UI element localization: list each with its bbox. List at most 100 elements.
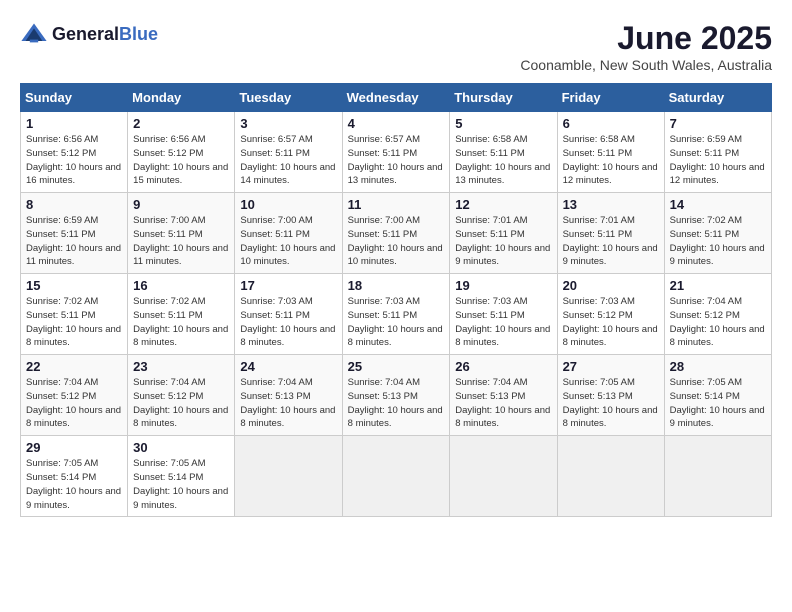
calendar-table: SundayMondayTuesdayWednesdayThursdayFrid… [20,83,772,517]
day-number: 26 [455,359,551,374]
calendar-cell [342,436,450,517]
day-number: 29 [26,440,122,455]
day-number: 21 [670,278,766,293]
calendar-cell: 23 Sunrise: 7:04 AMSunset: 5:12 PMDayligh… [128,355,235,436]
day-info: Sunrise: 7:05 AMSunset: 5:14 PMDaylight:… [133,457,229,512]
calendar-cell: 19 Sunrise: 7:03 AMSunset: 5:11 PMDayligh… [450,274,557,355]
day-info: Sunrise: 6:57 AMSunset: 5:11 PMDaylight:… [348,133,445,188]
day-info: Sunrise: 7:00 AMSunset: 5:11 PMDaylight:… [348,214,445,269]
day-number: 13 [563,197,659,212]
day-info: Sunrise: 6:59 AMSunset: 5:11 PMDaylight:… [26,214,122,269]
day-number: 15 [26,278,122,293]
day-info: Sunrise: 7:00 AMSunset: 5:11 PMDaylight:… [240,214,336,269]
calendar-header-friday: Friday [557,84,664,112]
day-info: Sunrise: 7:03 AMSunset: 5:11 PMDaylight:… [455,295,551,350]
calendar-header-monday: Monday [128,84,235,112]
day-info: Sunrise: 7:02 AMSunset: 5:11 PMDaylight:… [670,214,766,269]
day-info: Sunrise: 7:05 AMSunset: 5:14 PMDaylight:… [26,457,122,512]
location-title: Coonamble, New South Wales, Australia [520,57,772,73]
calendar-cell: 7 Sunrise: 6:59 AMSunset: 5:11 PMDaylight… [664,112,771,193]
logo-icon [20,20,48,48]
day-info: Sunrise: 6:57 AMSunset: 5:11 PMDaylight:… [240,133,336,188]
day-number: 22 [26,359,122,374]
calendar-cell: 30 Sunrise: 7:05 AMSunset: 5:14 PMDayligh… [128,436,235,517]
day-info: Sunrise: 7:05 AMSunset: 5:13 PMDaylight:… [563,376,659,431]
day-info: Sunrise: 7:04 AMSunset: 5:12 PMDaylight:… [26,376,122,431]
day-info: Sunrise: 6:58 AMSunset: 5:11 PMDaylight:… [455,133,551,188]
calendar-header-thursday: Thursday [450,84,557,112]
day-number: 5 [455,116,551,131]
calendar-cell: 28 Sunrise: 7:05 AMSunset: 5:14 PMDayligh… [664,355,771,436]
calendar-cell: 3 Sunrise: 6:57 AMSunset: 5:11 PMDaylight… [235,112,342,193]
calendar-row-3: 15 Sunrise: 7:02 AMSunset: 5:11 PMDayligh… [21,274,772,355]
calendar-cell: 8 Sunrise: 6:59 AMSunset: 5:11 PMDaylight… [21,193,128,274]
day-info: Sunrise: 7:04 AMSunset: 5:13 PMDaylight:… [455,376,551,431]
day-number: 7 [670,116,766,131]
calendar-row-2: 8 Sunrise: 6:59 AMSunset: 5:11 PMDaylight… [21,193,772,274]
day-number: 1 [26,116,122,131]
header: GeneralBlue June 2025 Coonamble, New Sou… [20,20,772,73]
day-number: 25 [348,359,445,374]
calendar-cell: 6 Sunrise: 6:58 AMSunset: 5:11 PMDaylight… [557,112,664,193]
calendar-cell: 25 Sunrise: 7:04 AMSunset: 5:13 PMDayligh… [342,355,450,436]
day-info: Sunrise: 7:04 AMSunset: 5:13 PMDaylight:… [348,376,445,431]
day-number: 8 [26,197,122,212]
calendar-cell: 1 Sunrise: 6:56 AMSunset: 5:12 PMDaylight… [21,112,128,193]
calendar-cell [664,436,771,517]
day-number: 10 [240,197,336,212]
calendar-cell [235,436,342,517]
calendar-cell: 2 Sunrise: 6:56 AMSunset: 5:12 PMDaylight… [128,112,235,193]
calendar-cell: 9 Sunrise: 7:00 AMSunset: 5:11 PMDaylight… [128,193,235,274]
day-number: 30 [133,440,229,455]
calendar-cell: 24 Sunrise: 7:04 AMSunset: 5:13 PMDayligh… [235,355,342,436]
calendar-row-5: 29 Sunrise: 7:05 AMSunset: 5:14 PMDayligh… [21,436,772,517]
day-number: 16 [133,278,229,293]
day-number: 12 [455,197,551,212]
logo: GeneralBlue [20,20,158,48]
calendar-cell: 18 Sunrise: 7:03 AMSunset: 5:11 PMDayligh… [342,274,450,355]
day-number: 23 [133,359,229,374]
day-info: Sunrise: 7:02 AMSunset: 5:11 PMDaylight:… [26,295,122,350]
day-number: 4 [348,116,445,131]
day-number: 11 [348,197,445,212]
logo-blue-text: Blue [119,24,158,44]
day-info: Sunrise: 7:05 AMSunset: 5:14 PMDaylight:… [670,376,766,431]
calendar-cell [557,436,664,517]
calendar-header-wednesday: Wednesday [342,84,450,112]
calendar-header-tuesday: Tuesday [235,84,342,112]
calendar-cell: 11 Sunrise: 7:00 AMSunset: 5:11 PMDayligh… [342,193,450,274]
day-number: 19 [455,278,551,293]
calendar-cell: 4 Sunrise: 6:57 AMSunset: 5:11 PMDaylight… [342,112,450,193]
title-area: June 2025 Coonamble, New South Wales, Au… [520,20,772,73]
day-info: Sunrise: 7:03 AMSunset: 5:11 PMDaylight:… [240,295,336,350]
day-info: Sunrise: 7:04 AMSunset: 5:12 PMDaylight:… [133,376,229,431]
day-number: 17 [240,278,336,293]
calendar-cell: 26 Sunrise: 7:04 AMSunset: 5:13 PMDayligh… [450,355,557,436]
calendar-cell: 27Sunrise: 7:05 AMSunset: 5:13 PMDayligh… [557,355,664,436]
day-info: Sunrise: 6:59 AMSunset: 5:11 PMDaylight:… [670,133,766,188]
day-info: Sunrise: 6:56 AMSunset: 5:12 PMDaylight:… [133,133,229,188]
day-number: 14 [670,197,766,212]
logo-general-text: General [52,24,119,44]
calendar-cell: 10 Sunrise: 7:00 AMSunset: 5:11 PMDayligh… [235,193,342,274]
day-info: Sunrise: 7:01 AMSunset: 5:11 PMDaylight:… [455,214,551,269]
day-info: Sunrise: 6:56 AMSunset: 5:12 PMDaylight:… [26,133,122,188]
day-info: Sunrise: 7:03 AMSunset: 5:11 PMDaylight:… [348,295,445,350]
calendar-cell: 5 Sunrise: 6:58 AMSunset: 5:11 PMDaylight… [450,112,557,193]
day-number: 3 [240,116,336,131]
day-number: 24 [240,359,336,374]
calendar-cell: 13Sunrise: 7:01 AMSunset: 5:11 PMDayligh… [557,193,664,274]
day-number: 6 [563,116,659,131]
calendar-cell: 12 Sunrise: 7:01 AMSunset: 5:11 PMDayligh… [450,193,557,274]
day-number: 18 [348,278,445,293]
day-info: Sunrise: 7:00 AMSunset: 5:11 PMDaylight:… [133,214,229,269]
day-info: Sunrise: 7:04 AMSunset: 5:12 PMDaylight:… [670,295,766,350]
day-number: 9 [133,197,229,212]
day-info: Sunrise: 6:58 AMSunset: 5:11 PMDaylight:… [563,133,659,188]
day-number: 2 [133,116,229,131]
day-info: Sunrise: 7:02 AMSunset: 5:11 PMDaylight:… [133,295,229,350]
calendar-cell: 20Sunrise: 7:03 AMSunset: 5:12 PMDayligh… [557,274,664,355]
calendar-cell: 17 Sunrise: 7:03 AMSunset: 5:11 PMDayligh… [235,274,342,355]
day-info: Sunrise: 7:04 AMSunset: 5:13 PMDaylight:… [240,376,336,431]
day-number: 28 [670,359,766,374]
